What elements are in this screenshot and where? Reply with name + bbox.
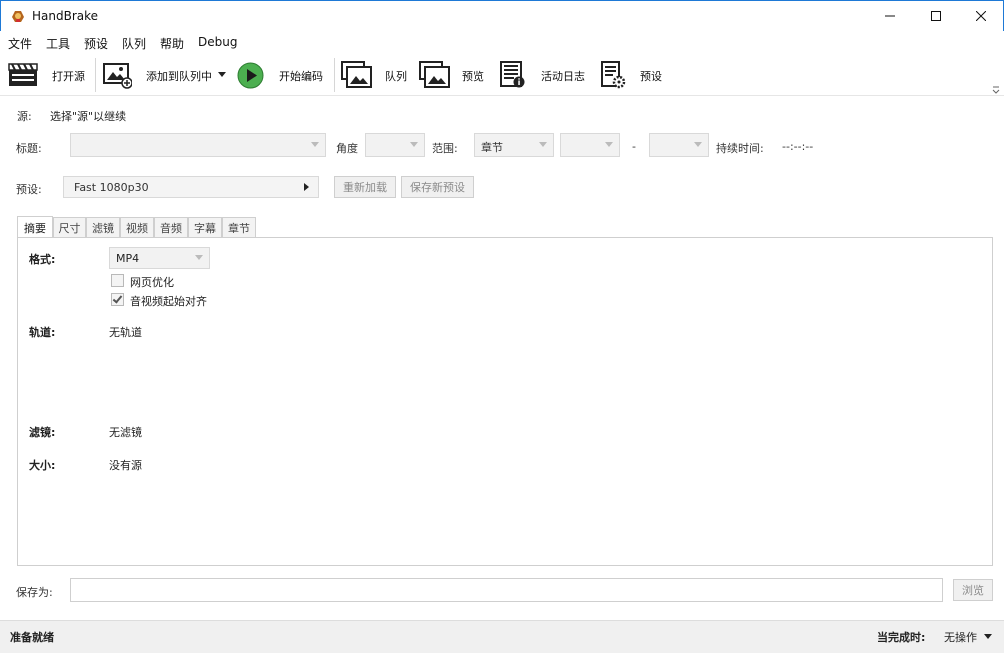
save-as-input[interactable]	[70, 578, 943, 602]
tracks-label: 轨道:	[29, 326, 56, 339]
preset-label: 预设:	[16, 183, 42, 196]
tab-video[interactable]: 视频	[120, 217, 154, 237]
format-select[interactable]: MP4	[109, 247, 210, 269]
preset-selector[interactable]: Fast 1080p30	[63, 176, 319, 198]
preview-label: 预览	[462, 70, 484, 83]
title-select[interactable]	[70, 133, 326, 157]
range-label: 范围:	[432, 142, 458, 155]
when-done-value: 无操作	[944, 631, 977, 644]
queue-label: 队列	[385, 70, 407, 83]
presets-label: 预设	[640, 70, 662, 83]
toolbar-overflow-icon[interactable]	[992, 86, 1000, 94]
format-value: MP4	[116, 252, 140, 265]
align-av-label: 音视频起始对齐	[130, 295, 207, 308]
browse-button[interactable]: 浏览	[953, 579, 993, 601]
checkmark-icon	[112, 293, 123, 304]
angle-label: 角度	[336, 142, 358, 155]
close-icon	[976, 11, 986, 21]
range-start-select[interactable]	[560, 133, 620, 157]
dropdown-arrow-icon	[311, 142, 319, 147]
clapperboard-icon	[8, 63, 38, 86]
close-button[interactable]	[958, 1, 1004, 31]
save-as-label: 保存为:	[16, 586, 53, 599]
maximize-button[interactable]	[913, 1, 959, 31]
summary-panel: 格式: MP4 网页优化 音视频起始对齐 轨道: 无轨道 滤镜: 无滤镜 大小:…	[17, 237, 993, 566]
format-label: 格式:	[29, 253, 56, 266]
menu-bar: 文件 工具 预设 队列 帮助 Debug	[0, 31, 1004, 54]
align-av-checkbox[interactable]	[111, 293, 124, 306]
handbrake-logo-icon	[12, 11, 24, 22]
source-value: 选择"源"以继续	[50, 110, 127, 123]
duration-value: --:--:--	[782, 140, 814, 153]
menu-tools[interactable]: 工具	[46, 35, 70, 52]
menu-queue[interactable]: 队列	[122, 35, 146, 52]
activity-log-label: 活动日志	[541, 70, 585, 83]
open-source-label: 打开源	[52, 70, 85, 83]
preview-images-icon	[419, 61, 450, 88]
minimize-button[interactable]	[867, 1, 913, 31]
reload-preset-button[interactable]: 重新加载	[334, 176, 396, 198]
dropdown-arrow-icon	[605, 142, 613, 147]
tab-audio[interactable]: 音频	[154, 217, 188, 237]
duration-label: 持续时间:	[716, 142, 764, 155]
title-label: 标题:	[16, 142, 42, 155]
presets-gear-icon	[601, 61, 626, 89]
web-optimize-label: 网页优化	[130, 276, 174, 289]
chevron-right-icon	[304, 183, 309, 191]
activity-log-icon	[500, 61, 525, 88]
source-label: 源:	[17, 110, 32, 123]
when-done-dropdown[interactable]: 无操作	[944, 627, 994, 645]
chevron-down-icon	[984, 634, 992, 639]
size-label: 大小:	[29, 459, 56, 472]
dropdown-arrow-icon	[539, 142, 547, 147]
filters-label: 滤镜:	[29, 426, 56, 439]
queue-images-icon	[341, 61, 372, 88]
dropdown-arrow-icon	[694, 142, 702, 147]
toolbar-divider	[334, 58, 335, 92]
preset-value: Fast 1080p30	[74, 181, 149, 194]
dropdown-arrow-icon	[195, 255, 203, 260]
size-value: 没有源	[109, 459, 142, 472]
tab-summary[interactable]: 摘要	[17, 216, 53, 238]
range-type-value: 章节	[481, 141, 503, 154]
status-text: 准备就绪	[10, 631, 54, 644]
toolbar-divider	[95, 58, 96, 92]
play-icon	[237, 62, 264, 89]
filters-value: 无滤镜	[109, 426, 142, 439]
tab-chapters[interactable]: 章节	[222, 217, 256, 237]
angle-select[interactable]	[365, 133, 425, 157]
menu-help[interactable]: 帮助	[160, 35, 184, 52]
chevron-down-icon	[218, 72, 226, 77]
tracks-value: 无轨道	[109, 326, 142, 339]
title-bar: HandBrake	[0, 0, 1004, 31]
save-new-preset-button[interactable]: 保存新预设	[401, 176, 474, 198]
maximize-icon	[931, 11, 941, 21]
when-done-label: 当完成时:	[877, 631, 926, 644]
dropdown-arrow-icon	[410, 142, 418, 147]
range-end-select[interactable]	[649, 133, 709, 157]
web-optimize-checkbox[interactable]	[111, 274, 124, 287]
tab-dimensions[interactable]: 尺寸	[53, 217, 86, 237]
window-title: HandBrake	[32, 9, 99, 23]
minimize-icon	[885, 15, 895, 17]
add-to-queue-label: 添加到队列中	[146, 70, 212, 83]
range-dash: -	[632, 140, 636, 153]
menu-debug[interactable]: Debug	[198, 35, 237, 49]
add-image-icon	[103, 63, 132, 89]
range-type-select[interactable]: 章节	[474, 133, 554, 157]
tab-filters[interactable]: 滤镜	[86, 217, 120, 237]
tab-subtitles[interactable]: 字幕	[188, 217, 222, 237]
toolbar: 打开源 添加到队列中 开始编码 队列 预览 活动日志 预设	[0, 54, 1004, 96]
menu-presets[interactable]: 预设	[84, 35, 108, 52]
start-encode-label: 开始编码	[279, 70, 323, 83]
status-bar: 准备就绪 当完成时: 无操作	[0, 620, 1004, 653]
menu-file[interactable]: 文件	[8, 35, 32, 52]
